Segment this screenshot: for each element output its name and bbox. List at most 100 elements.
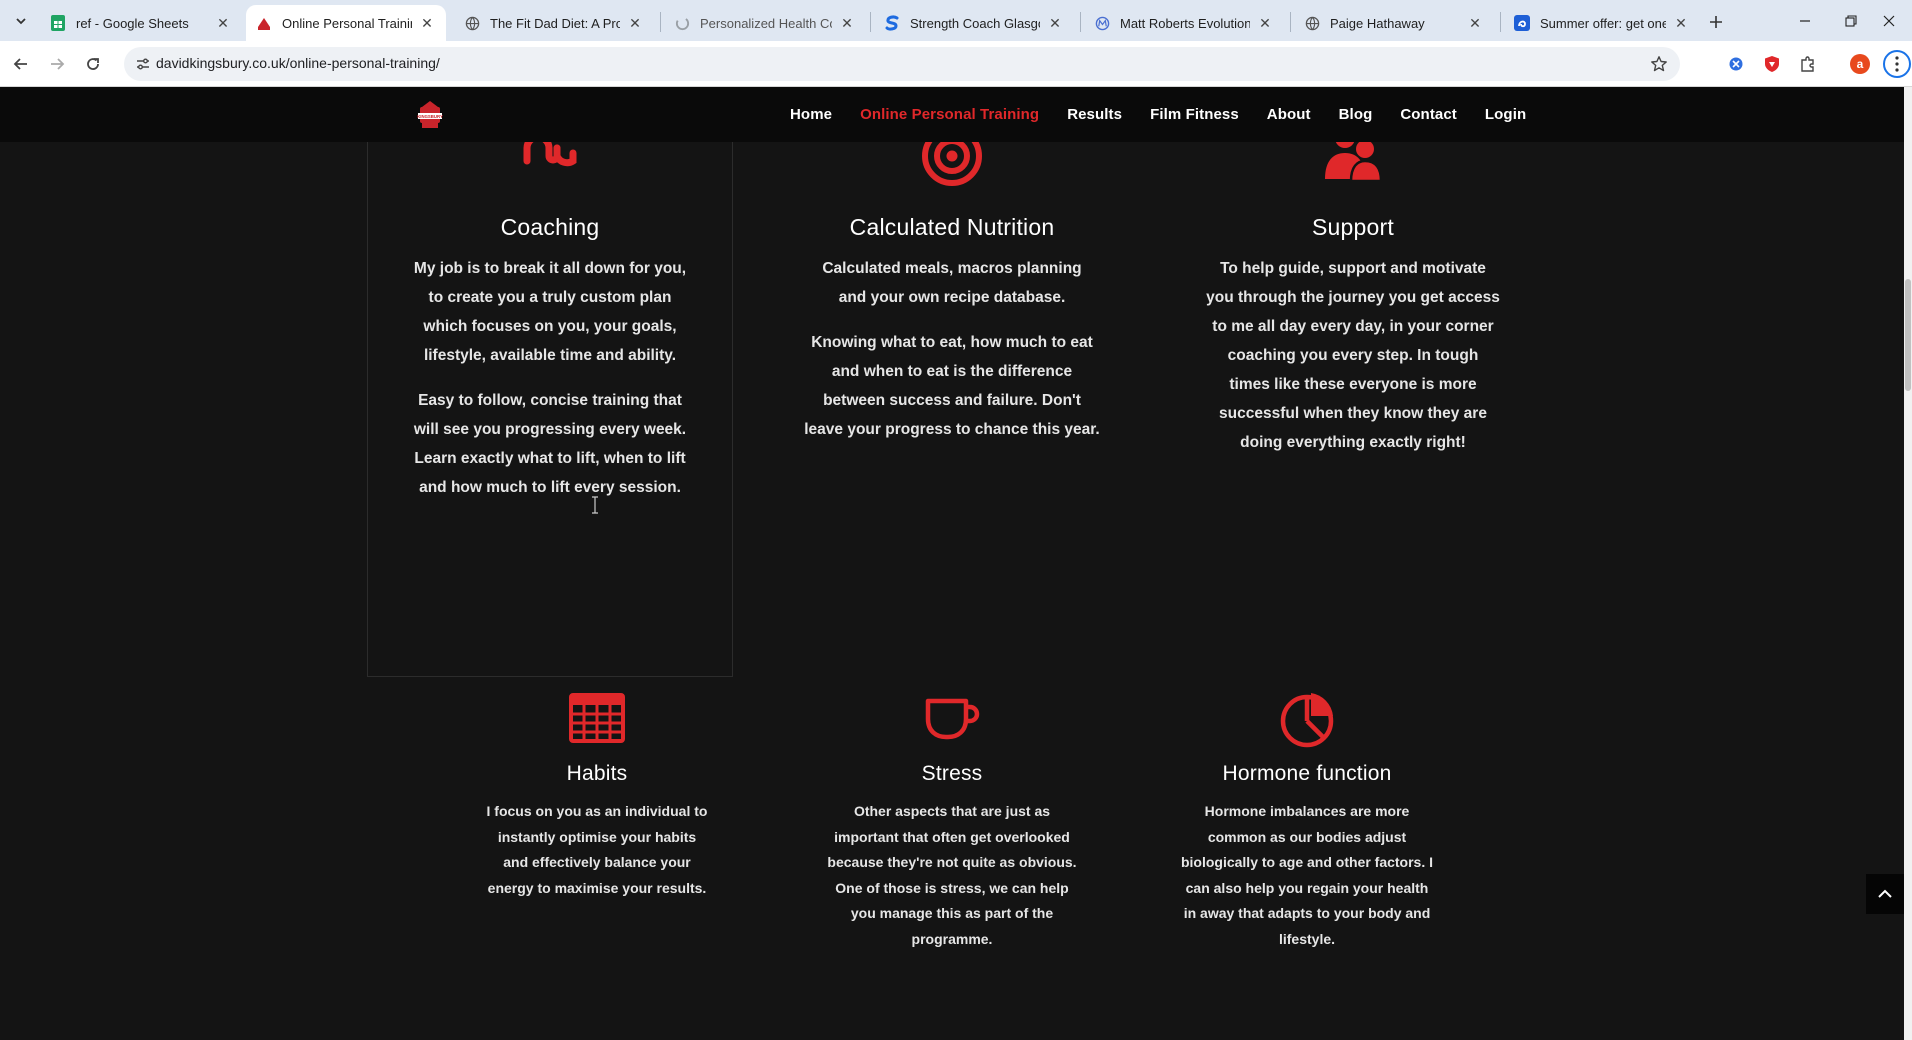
tab-google-sheets[interactable]: ref - Google Sheets ✕ — [40, 5, 242, 41]
tab-fit-dad-diet[interactable]: The Fit Dad Diet: A Proven ✕ — [454, 5, 654, 41]
feature-card-support: Support To help guide, support and motiv… — [1194, 117, 1512, 657]
feature-card-stress: Stress Other aspects that are just as im… — [820, 687, 1084, 947]
tab-paige-hathaway[interactable]: Paige Hathaway ✕ — [1294, 5, 1494, 41]
feature-text: Other aspects that are just as important… — [827, 803, 1077, 947]
reload-icon — [87, 58, 99, 70]
tab-title: Personalized Health Coach — [700, 15, 832, 31]
kingsbury-logo[interactable]: KINGSBURY — [414, 99, 446, 131]
back-button[interactable] — [6, 49, 36, 79]
chevron-down-icon — [16, 18, 26, 25]
browser-toolbar: davidkingsbury.co.uk/online-personal-tra… — [0, 41, 1912, 87]
nav-online-personal-training[interactable]: Online Personal Training — [860, 106, 1039, 123]
back-to-top-button[interactable] — [1866, 874, 1904, 914]
feature-title: Stress — [921, 762, 983, 785]
tab-separator — [1500, 12, 1501, 32]
restore-icon — [1845, 14, 1857, 27]
profile-initial: a — [1850, 54, 1870, 74]
tab-title: Matt Roberts Evolution | T — [1120, 15, 1250, 31]
extension-blue-icon[interactable] — [1724, 52, 1748, 76]
tab-separator — [1080, 12, 1081, 32]
feature-card-calculated-nutrition: Calculated Nutrition Calculated meals, m… — [797, 117, 1107, 657]
extension-shield-icon[interactable] — [1760, 52, 1784, 76]
nav-home[interactable]: Home — [790, 106, 832, 123]
tab-strength-coach-glasgow[interactable]: Strength Coach Glasgow | ✕ — [874, 5, 1074, 41]
feature-card-coaching: Coaching My job is to break it all down … — [367, 117, 733, 657]
close-icon[interactable]: ✕ — [214, 14, 232, 32]
close-window-button[interactable] — [1866, 0, 1912, 41]
nav-contact[interactable]: Contact — [1400, 106, 1457, 123]
close-icon[interactable]: ✕ — [1046, 14, 1064, 32]
tab-title: Paige Hathaway — [1330, 15, 1425, 31]
close-icon[interactable]: ✕ — [418, 14, 436, 32]
table-grid-icon — [569, 693, 625, 743]
kingsbury-favicon-icon — [256, 15, 272, 31]
site-header: KINGSBURY Home Online Personal Training … — [0, 87, 1904, 142]
feature-title: Calculated Nutrition — [849, 214, 1055, 240]
nav-blog[interactable]: Blog — [1339, 106, 1373, 123]
tab-separator — [870, 12, 871, 32]
new-tab-button[interactable] — [1702, 8, 1730, 36]
tab-title: ref - Google Sheets — [76, 15, 189, 31]
matt-roberts-icon — [1094, 15, 1110, 31]
logo-text: KINGSBURY — [417, 114, 443, 119]
feature-card-hormone-function: Hormone function Hormone imbalances are … — [1172, 687, 1442, 947]
close-icon[interactable]: ✕ — [626, 14, 644, 32]
feature-title: Habits — [566, 762, 628, 785]
globe-icon — [464, 15, 480, 31]
feature-title: Coaching — [500, 214, 600, 240]
close-icon[interactable]: ✕ — [1672, 14, 1690, 32]
loading-spinner-icon — [674, 15, 690, 31]
nav-results[interactable]: Results — [1067, 106, 1122, 123]
extensions-puzzle-icon[interactable] — [1796, 52, 1820, 76]
feature-title: Hormone function — [1222, 762, 1392, 785]
tab-personalized-health-coach[interactable]: Personalized Health Coach ✕ — [664, 5, 866, 41]
close-icon — [1883, 15, 1895, 26]
feature-paragraph: To help guide, support and motivate you … — [1206, 260, 1500, 451]
minimize-button[interactable] — [1782, 0, 1828, 41]
tab-title: Online Personal Training | — [282, 15, 412, 31]
address-bar[interactable]: davidkingsbury.co.uk/online-personal-tra… — [124, 47, 1680, 81]
arrow-left-icon — [13, 58, 27, 70]
close-icon[interactable]: ✕ — [1466, 14, 1484, 32]
scrollbar-thumb[interactable] — [1905, 279, 1911, 391]
tab-search-button[interactable] — [8, 8, 34, 34]
tab-title: Summer offer: get one m — [1540, 15, 1666, 31]
site-nav: Home Online Personal Training Results Fi… — [790, 87, 1554, 142]
feature-paragraph: Easy to follow, concise training that wi… — [413, 392, 687, 496]
nav-about[interactable]: About — [1267, 106, 1311, 123]
close-icon[interactable]: ✕ — [1256, 14, 1274, 32]
feature-paragraph: Knowing what to eat, how much to eat and… — [804, 334, 1100, 438]
site-settings-icon[interactable] — [134, 55, 152, 73]
tab-separator — [660, 12, 661, 32]
bookmark-star-icon[interactable] — [1648, 53, 1670, 75]
nav-login[interactable]: Login — [1485, 106, 1526, 123]
profile-avatar[interactable]: a — [1848, 52, 1872, 76]
tab-matt-roberts-evolution[interactable]: Matt Roberts Evolution | T ✕ — [1084, 5, 1284, 41]
tab-summer-offer[interactable]: Summer offer: get one m ✕ — [1504, 5, 1700, 41]
page-viewport: Coaching My job is to break it all down … — [0, 87, 1904, 1040]
more-vertical-icon — [1895, 56, 1899, 72]
nav-film-fitness[interactable]: Film Fitness — [1150, 106, 1239, 123]
tab-separator — [1290, 12, 1291, 32]
tab-title: Strength Coach Glasgow | — [910, 15, 1040, 31]
globe-icon — [1304, 15, 1320, 31]
browser-menu-button[interactable] — [1882, 50, 1912, 78]
arrow-right-icon — [51, 58, 65, 70]
text-cursor-icon — [592, 496, 598, 514]
strength-coach-s-icon — [884, 15, 900, 31]
feature-text: Hormone imbalances are more common as ou… — [1180, 803, 1434, 947]
close-icon[interactable]: ✕ — [838, 14, 856, 32]
coffee-cup-icon — [925, 698, 980, 740]
chevron-up-icon — [1878, 889, 1892, 898]
page-scrollbar[interactable] — [1904, 87, 1912, 1040]
tab-strip: ref - Google Sheets ✕ Online Personal Tr… — [0, 0, 1912, 41]
plus-icon — [1710, 16, 1722, 28]
feature-title: Support — [1312, 214, 1394, 240]
minimize-icon — [1800, 19, 1810, 22]
url-text: davidkingsbury.co.uk/online-personal-tra… — [156, 55, 440, 71]
tab-online-personal-training[interactable]: Online Personal Training | ✕ — [246, 5, 446, 41]
feature-text: I focus on you as an individual to insta… — [486, 803, 708, 896]
reload-button[interactable] — [78, 49, 108, 79]
forward-button[interactable] — [42, 49, 72, 79]
pie-chart-icon — [1280, 693, 1334, 748]
